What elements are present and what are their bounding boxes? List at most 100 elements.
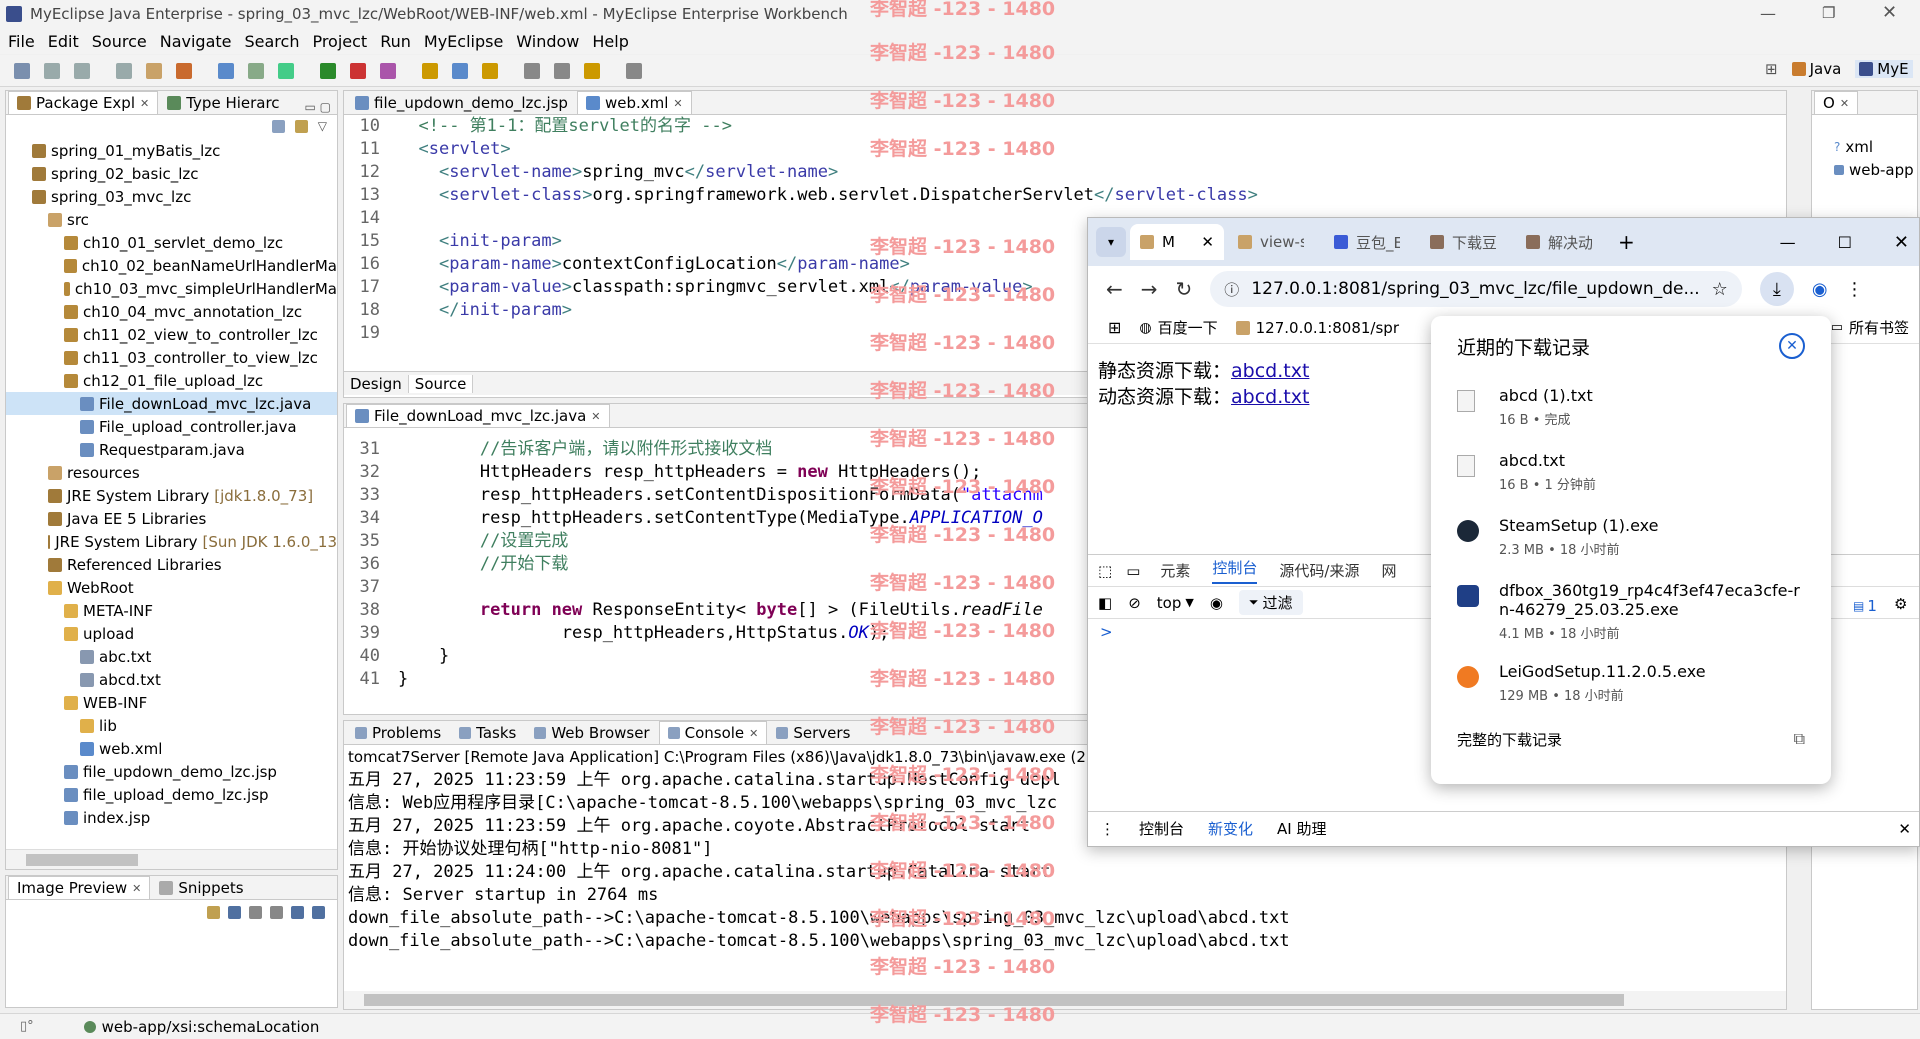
tab-search-icon[interactable]: ▾ (1096, 227, 1126, 257)
menu-edit[interactable]: Edit (48, 32, 79, 51)
close-icon[interactable]: ✕ (1840, 97, 1849, 110)
toolbar-icon-10[interactable] (320, 62, 336, 79)
refresh-icon[interactable] (207, 905, 220, 919)
toolbar-icon-11[interactable] (350, 62, 366, 79)
drawer-tab[interactable]: AI 助理 (1277, 818, 1326, 839)
tab-web-xml[interactable]: web.xml ✕ (576, 91, 692, 114)
menu-file[interactable]: File (8, 32, 35, 51)
filter-input[interactable]: ⏷ 过滤 (1238, 590, 1303, 615)
tab-file-download-java[interactable]: File_downLoad_mvc_lzc.java ✕ (346, 404, 610, 427)
view-menu-icon[interactable]: ▽ (318, 119, 327, 133)
drawer-tab[interactable]: 控制台 (1139, 818, 1184, 839)
download-item[interactable]: LeiGodSetup.11.2.0.5.exe 129 MB • 18 小时前 (1431, 652, 1831, 717)
tree-item[interactable]: JRE System Library [Sun JDK 1.6.0_13 (6, 530, 337, 553)
menu-help[interactable]: Help (592, 32, 628, 51)
close-icon[interactable]: ✕ (749, 727, 758, 740)
tab-console[interactable]: Console ✕ (658, 721, 768, 744)
tab-package-explorer[interactable]: Package Expl ✕ (8, 91, 159, 114)
menu-myeclipse[interactable]: MyEclipse (424, 32, 503, 51)
menu-project[interactable]: Project (312, 32, 367, 51)
console-scrollbar[interactable] (344, 991, 1786, 1009)
tree-item[interactable]: lib (6, 714, 337, 737)
tree-item[interactable]: ch12_01_file_upload_lzc (6, 369, 337, 392)
close-icon[interactable]: ✕ (140, 97, 149, 110)
browser-minimize-icon[interactable]: — (1780, 233, 1796, 252)
link-with-editor-icon[interactable] (294, 119, 308, 133)
tab-file-updown-jsp[interactable]: file_updown_demo_lzc.jsp (346, 91, 577, 114)
fit-icon[interactable] (291, 905, 304, 919)
menu-search[interactable]: Search (244, 32, 299, 51)
bookmark-localhost[interactable]: 127.0.0.1:8081/spr (1235, 319, 1399, 337)
toolbar-icon-4[interactable] (116, 62, 132, 79)
tree-item[interactable]: WebRoot (6, 576, 337, 599)
issues-badge[interactable]: ▤ 1 (1853, 597, 1877, 615)
toolbar-icon-15[interactable] (482, 62, 498, 79)
reload-icon[interactable]: ↻ (1176, 277, 1193, 301)
browser-maximize-icon[interactable]: ☐ (1838, 233, 1852, 252)
minimize-button[interactable]: — (1760, 4, 1776, 23)
tree-item[interactable]: File_downLoad_mvc_lzc.java (6, 392, 337, 415)
tab-outline[interactable]: O ✕ (1814, 91, 1859, 114)
menu-source[interactable]: Source (92, 32, 147, 51)
close-icon[interactable]: ✕ (132, 882, 141, 895)
dynamic-download-link[interactable]: abcd.txt (1231, 386, 1309, 408)
tree-item[interactable]: ch11_03_controller_to_view_lzc (6, 346, 337, 369)
menu-window[interactable]: Window (516, 32, 579, 51)
download-item[interactable]: dfbox_360tg19_rp4c4f3ef47eca3cfe-rn-4627… (1431, 571, 1831, 652)
download-item[interactable]: abcd.txt 16 B • 1 分钟前 (1431, 441, 1831, 506)
eye-icon[interactable]: ◉ (1210, 594, 1223, 612)
browser-tab[interactable]: 下载豆 (1420, 224, 1512, 260)
tree-item[interactable]: web.xml (6, 737, 337, 760)
sidebar-toggle-icon[interactable]: ◧ (1098, 594, 1112, 612)
bookmark-baidu[interactable]: ◍ 百度一下 (1139, 317, 1217, 338)
open-external-icon[interactable]: ⧉ (1794, 729, 1805, 749)
settings-icon[interactable]: ⚙ (1894, 595, 1907, 613)
tree-item[interactable]: JRE System Library [jdk1.8.0_73] (6, 484, 337, 507)
close-downloads-icon[interactable]: ✕ (1779, 333, 1805, 359)
inspect-icon[interactable]: ⬚ (1098, 562, 1112, 580)
devtools-tab[interactable]: 控制台 (1212, 557, 1258, 584)
close-button[interactable]: ✕ (1882, 2, 1897, 23)
tree-item[interactable]: abc.txt (6, 645, 337, 668)
tree-item[interactable]: Referenced Libraries (6, 553, 337, 576)
new-tab-icon[interactable]: + (1618, 230, 1635, 254)
tree-item[interactable]: spring_01_myBatis_lzc (6, 139, 337, 162)
tab-image-preview[interactable]: Image Preview ✕ (8, 876, 151, 899)
outline-item-web-app[interactable]: web-app (1812, 158, 1917, 181)
toolbar-icon-3[interactable] (74, 62, 90, 79)
java-perspective-button[interactable]: Java (1791, 60, 1841, 78)
toolbar-icon-17[interactable] (554, 62, 570, 79)
zoom-in-icon[interactable] (270, 905, 283, 919)
tree-item[interactable]: ch11_02_view_to_controller_lzc (6, 323, 337, 346)
toolbar-icon-12[interactable] (380, 62, 396, 79)
tab-source[interactable]: Source (408, 374, 474, 393)
download-icon[interactable]: ⤓ (1759, 272, 1794, 306)
tree-item[interactable]: spring_03_mvc_lzc (6, 185, 337, 208)
image-icon[interactable] (228, 905, 241, 919)
browser-menu-icon[interactable]: ⋮ (1846, 279, 1864, 300)
menu-run[interactable]: Run (380, 32, 411, 51)
context-selector[interactable]: top ▼ (1157, 594, 1194, 612)
toolbar-icon-9[interactable] (278, 62, 294, 79)
browser-tab[interactable]: 豆包_E (1324, 224, 1416, 260)
browser-tab[interactable]: M ✕ (1130, 224, 1224, 260)
site-info-icon[interactable]: ⓘ (1224, 279, 1239, 300)
tab-design[interactable]: Design (344, 374, 409, 393)
tree-item[interactable]: src (6, 208, 337, 231)
collapse-all-icon[interactable] (271, 119, 285, 133)
minimize-view-icon[interactable]: ▭ ▢ (305, 100, 332, 114)
actual-size-icon[interactable] (312, 905, 325, 919)
toolbar-icon-13[interactable] (422, 62, 438, 79)
tree-item[interactable]: file_upload_demo_lzc.jsp (6, 783, 337, 806)
outline-item-xml[interactable]: ? xml (1812, 135, 1917, 158)
devtools-tab[interactable]: 网 (1381, 560, 1396, 581)
tree-item[interactable]: WEB-INF (6, 691, 337, 714)
tree-item[interactable]: index.jsp (6, 806, 337, 827)
tree-item[interactable]: ch10_04_mvc_annotation_lzc (6, 300, 337, 323)
toolbar-icon-16[interactable] (524, 62, 540, 79)
toolbar-icon-18[interactable] (584, 62, 600, 79)
device-toggle-icon[interactable]: ▭ (1126, 562, 1140, 580)
tab-web-browser[interactable]: Web Browser (525, 721, 658, 744)
static-download-link[interactable]: abcd.txt (1231, 360, 1309, 382)
profile-icon[interactable]: ◉ (1812, 279, 1828, 300)
